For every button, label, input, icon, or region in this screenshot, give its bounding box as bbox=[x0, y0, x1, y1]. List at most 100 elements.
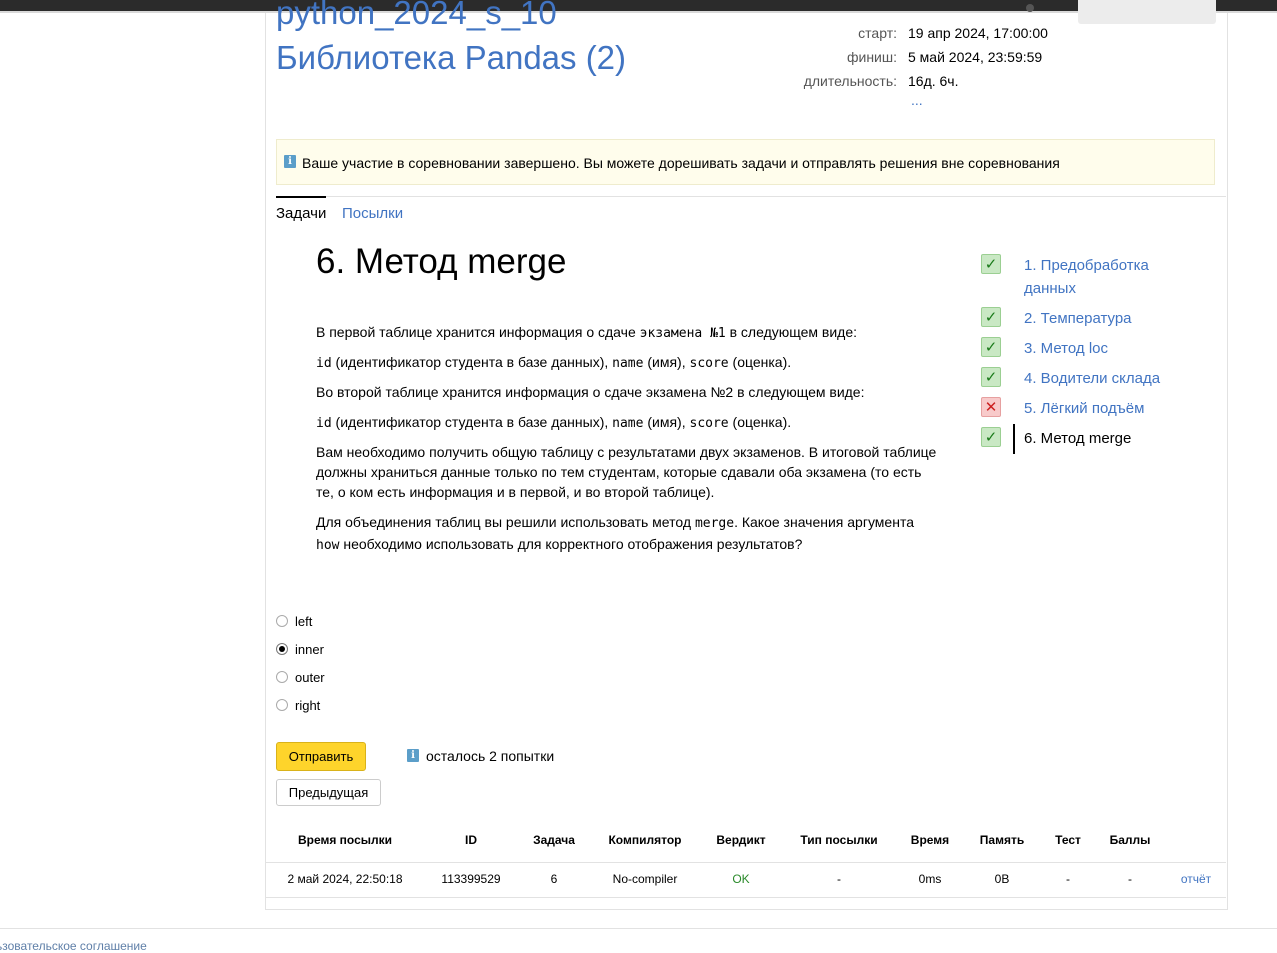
problem-list-item-3[interactable]: ✓ 3. Метод loc bbox=[981, 337, 1201, 361]
statement-text: необходимо использовать для корректного … bbox=[339, 536, 803, 552]
tab-problems[interactable]: Задачи bbox=[276, 205, 326, 223]
statement-paragraph-5: Вам необходимо получить общую таблицу с … bbox=[316, 444, 937, 500]
problem-link-4[interactable]: 4. Водители склада bbox=[1024, 367, 1194, 390]
statement-code: name bbox=[612, 356, 644, 371]
notice-text: Ваше участие в соревновании завершено. В… bbox=[302, 155, 1060, 171]
problem-link-2[interactable]: 2. Температура bbox=[1024, 307, 1194, 330]
radio-button[interactable] bbox=[276, 671, 288, 683]
table-header: Компилятор bbox=[608, 833, 682, 847]
check-icon: ✓ bbox=[981, 254, 1001, 274]
table-header: Задача bbox=[533, 833, 575, 847]
participation-notice: i Ваше участие в соревновании завершено.… bbox=[276, 139, 1215, 185]
previous-button[interactable]: Предыдущая bbox=[276, 779, 381, 806]
info-icon: i bbox=[407, 749, 419, 762]
problem-link-3[interactable]: 3. Метод loc bbox=[1024, 337, 1194, 360]
current-problem-indicator bbox=[1013, 424, 1015, 454]
tab-submissions[interactable]: Посылки bbox=[342, 205, 403, 223]
statement-code: merge bbox=[694, 516, 735, 531]
statement-text: В первой таблице хранится информация о с… bbox=[316, 324, 640, 340]
finish-value: 5 май 2024, 23:59:59 bbox=[908, 49, 1043, 65]
table-divider bbox=[266, 862, 1226, 863]
cell-problem: 6 bbox=[550, 872, 558, 886]
statement-text: (имя), bbox=[643, 354, 690, 370]
attempts-remaining: осталось 2 попытки bbox=[426, 748, 555, 764]
user-agreement-link[interactable]: ьзовательское соглашение bbox=[0, 939, 147, 953]
statement-text: . Какое значения аргумента bbox=[734, 514, 914, 530]
check-icon: ✓ bbox=[981, 367, 1001, 387]
option-inner[interactable]: inner bbox=[276, 642, 356, 658]
statement-paragraph-1: В первой таблице хранится информация о с… bbox=[316, 322, 941, 344]
radio-button[interactable] bbox=[276, 615, 288, 627]
check-icon: ✓ bbox=[981, 307, 1001, 327]
statement-text: (оценка). bbox=[728, 354, 792, 370]
statement-code: id bbox=[316, 356, 332, 371]
statement-paragraph-2: id (идентификатор студента в базе данных… bbox=[316, 352, 941, 374]
statement-paragraph-3: Во второй таблице хранится информация о … bbox=[316, 384, 865, 400]
radio-button[interactable] bbox=[276, 699, 288, 711]
radio-button-checked[interactable] bbox=[276, 643, 288, 655]
cell-verdict: OK bbox=[732, 872, 750, 886]
report-link[interactable]: отчёт bbox=[1171, 872, 1221, 887]
finish-label: финиш: bbox=[846, 49, 897, 65]
option-label: inner bbox=[295, 642, 324, 657]
problem-list-item-5[interactable]: ✕ 5. Лёгкий подъём bbox=[981, 397, 1201, 421]
check-icon: ✓ bbox=[981, 427, 1001, 447]
status-dot-icon bbox=[1026, 4, 1034, 12]
option-label: outer bbox=[295, 670, 325, 685]
footer-divider bbox=[0, 928, 1277, 929]
table-header: Вердикт bbox=[716, 833, 766, 847]
statement-text: (идентификатор студента в базе данных), bbox=[331, 414, 613, 430]
problem-list-item-6[interactable]: ✓ 6. Метод merge bbox=[981, 424, 1201, 454]
contest-title: python_2024_s_10 Библиотека Pandas (2) bbox=[276, 0, 776, 80]
cell-memory: 0B bbox=[994, 872, 1010, 886]
problem-list-item-2[interactable]: ✓ 2. Температура bbox=[981, 307, 1201, 331]
cell-compiler: No-compiler bbox=[612, 872, 678, 886]
statement-text: (имя), bbox=[643, 414, 690, 430]
duration-label: длительность: bbox=[803, 73, 897, 89]
table-header: Память bbox=[979, 833, 1025, 847]
option-left[interactable]: left bbox=[276, 614, 356, 630]
tab-active-indicator bbox=[276, 196, 326, 198]
contest-title-line1: python_2024_s_10 bbox=[276, 0, 557, 31]
option-label: right bbox=[295, 698, 321, 713]
statement-code: score bbox=[689, 416, 729, 431]
duration-value: 16д. 6ч. bbox=[908, 73, 959, 89]
submit-button[interactable]: Отправить bbox=[276, 742, 366, 771]
tabs-divider bbox=[276, 196, 1226, 197]
table-divider bbox=[266, 897, 1226, 898]
statement-text: в следующем виде: bbox=[725, 324, 858, 340]
table-header: Баллы bbox=[1109, 833, 1151, 847]
option-outer[interactable]: outer bbox=[276, 670, 356, 686]
check-icon: ✓ bbox=[981, 337, 1001, 357]
problem-list-item-4[interactable]: ✓ 4. Водители склада bbox=[981, 367, 1201, 391]
cell-id: 113399529 bbox=[441, 872, 501, 886]
problem-link-1[interactable]: 1. Предобработка данных bbox=[1024, 254, 1194, 300]
cross-icon: ✕ bbox=[981, 397, 1001, 417]
statement-text: (оценка). bbox=[728, 414, 792, 430]
statement-code: name bbox=[612, 416, 644, 431]
problem-title: 6. Метод merge bbox=[316, 242, 567, 281]
problem-list-item-1[interactable]: ✓ 1. Предобработка данных bbox=[981, 254, 1201, 300]
problem-link-5[interactable]: 5. Лёгкий подъём bbox=[1024, 397, 1194, 420]
problem-link-6[interactable]: 6. Метод merge bbox=[1024, 427, 1194, 450]
table-header: Время посылки bbox=[297, 833, 393, 847]
cell-test: - bbox=[1066, 872, 1070, 886]
more-link[interactable]: ... bbox=[911, 92, 923, 108]
table-header: Тест bbox=[1055, 833, 1081, 847]
statement-text: (идентификатор студента в базе данных), bbox=[331, 354, 613, 370]
statement-code: how bbox=[316, 538, 340, 553]
cell-time: 2 май 2024, 22:50:18 bbox=[287, 872, 403, 886]
info-icon: i bbox=[284, 155, 296, 168]
option-label: left bbox=[295, 614, 313, 629]
statement-text: Для объединения таблиц вы решили использ… bbox=[316, 514, 695, 530]
start-label: старт: bbox=[858, 25, 897, 41]
statement-paragraph-4: id (идентификатор студента в базе данных… bbox=[316, 412, 941, 434]
statement-paragraph-6: Для объединения таблиц вы решили использ… bbox=[316, 512, 941, 556]
start-value: 19 апр 2024, 17:00:00 bbox=[908, 25, 1048, 41]
top-action-button[interactable] bbox=[1078, 0, 1216, 24]
statement-code: экзамена №1 bbox=[639, 326, 726, 341]
cell-submission-type: - bbox=[837, 872, 841, 886]
option-right[interactable]: right bbox=[276, 698, 356, 714]
statement-code: id bbox=[316, 416, 332, 431]
statement-code: score bbox=[689, 356, 729, 371]
